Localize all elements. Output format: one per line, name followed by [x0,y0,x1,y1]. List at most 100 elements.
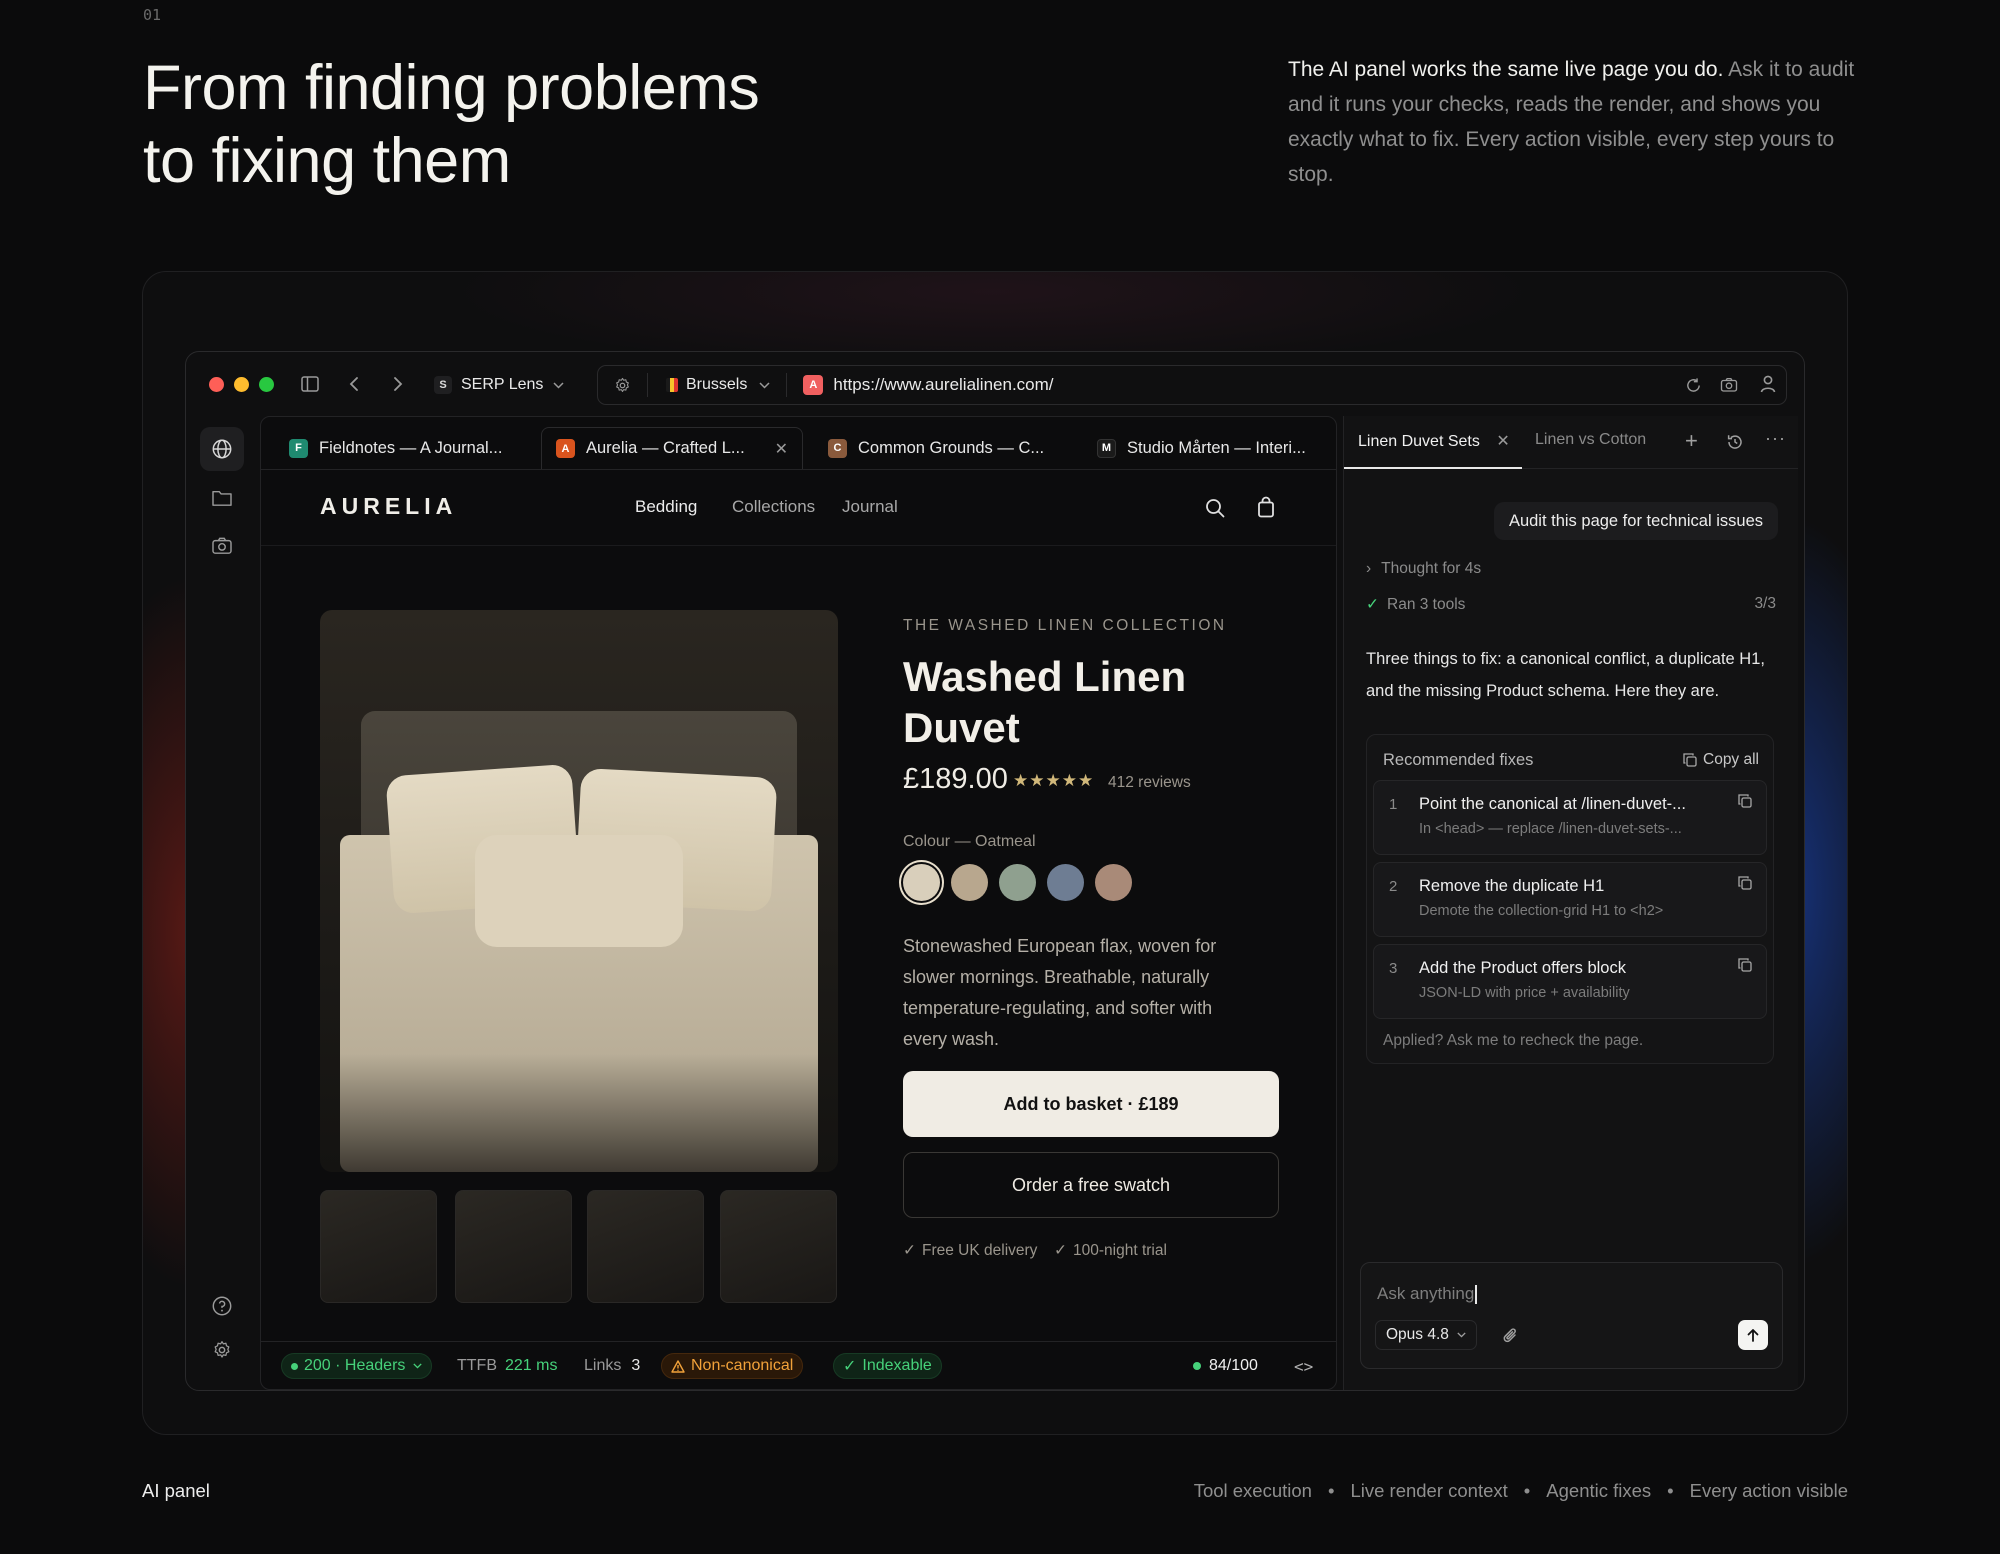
reload-icon[interactable] [1685,377,1702,394]
product-title: Washed Linen Duvet [903,653,1187,751]
review-count[interactable]: 412 reviews [1108,774,1191,792]
copy-all-button[interactable]: Copy all [1683,751,1759,769]
colour-swatch[interactable] [1095,864,1132,901]
url-text[interactable]: https://www.aurelialinen.com/ [833,375,1053,395]
ttfb-readout: TTFB 221 ms [457,1353,557,1379]
site-logo[interactable]: AURELIA [320,493,457,520]
thought-step[interactable]: › Thought for 4s [1366,560,1481,578]
tab-label: Aurelia — Crafted L... [586,439,745,457]
chevron-down-icon [759,381,770,389]
tab-favicon: F [289,438,308,458]
copy-icon[interactable] [1738,958,1752,972]
tab-studio-marten[interactable]: M Studio Mårten — Interi... [1097,427,1306,469]
tools-step[interactable]: ✓ Ran 3 tools [1366,595,1465,614]
perk-delivery: ✓ Free UK delivery [903,1241,1037,1260]
order-swatch-button[interactable]: Order a free swatch [903,1152,1279,1218]
forward-icon[interactable] [393,376,403,392]
nav-journal[interactable]: Journal [842,497,898,517]
account-icon[interactable] [1760,375,1776,393]
fix-item[interactable]: 3 Add the Product offers block JSON-LD w… [1373,944,1767,1019]
ai-tab-linen-duvet-sets[interactable]: Linen Duvet Sets ✕ [1358,431,1510,451]
camera-icon[interactable] [1720,377,1738,393]
fix-item[interactable]: 1 Point the canonical at /linen-duvet-..… [1373,780,1767,855]
perk-trial: ✓ 100-night trial [1054,1241,1167,1260]
copy-icon[interactable] [1738,876,1752,890]
ai-tab-strip: Linen Duvet Sets ✕ Linen vs Cotton + ··· [1344,416,1798,469]
model-selector[interactable]: Opus 4.8 [1375,1320,1477,1350]
tab-strip: F Fieldnotes — A Journal... A Aurelia — … [261,417,1336,470]
gear-icon[interactable] [614,377,631,394]
chat-input[interactable]: Ask anything [1377,1281,1766,1307]
help-button[interactable] [200,1284,244,1328]
thought-label: Thought for 4s [1381,560,1482,577]
ai-tab-label: Linen vs Cotton [1535,431,1647,448]
screenshot-button[interactable] [200,524,244,568]
fixes-title: Recommended fixes [1383,751,1534,769]
tab-aurelia[interactable]: A Aurelia — Crafted L... ✕ [541,427,803,469]
thumbnail-3[interactable] [587,1190,704,1303]
product-eyebrow: THE WASHED LINEN COLLECTION [903,617,1227,634]
new-chat-icon[interactable]: + [1685,428,1698,454]
thumbnail-2[interactable] [455,1190,572,1303]
footer-features: Tool execution • Live render context • A… [1194,1480,1848,1502]
back-icon[interactable] [349,376,359,392]
folder-button[interactable] [200,476,244,520]
nav-collections[interactable]: Collections [732,497,815,517]
minimize-window-button[interactable] [234,377,249,392]
arrow-up-icon [1747,1329,1759,1342]
seo-score[interactable]: 84/100 [1193,1353,1258,1379]
send-button[interactable] [1738,1320,1768,1350]
close-window-button[interactable] [209,377,224,392]
hero-title-line-2: to fixing them [143,126,511,196]
thumbnail-1[interactable] [320,1190,437,1303]
close-tab-icon[interactable]: ✕ [775,439,788,459]
tab-fieldnotes[interactable]: F Fieldnotes — A Journal... [289,427,502,469]
close-tab-icon[interactable]: ✕ [1496,433,1509,450]
nav-bedding[interactable]: Bedding [635,497,697,517]
copy-icon [1683,753,1697,767]
copy-icon[interactable] [1738,794,1752,808]
colour-swatch[interactable] [951,864,988,901]
ai-tab-active-underline [1344,467,1522,469]
status-dot [291,1362,298,1370]
product-image[interactable] [320,610,838,1172]
product-price: £189.00 [903,763,1008,795]
separator: • [1327,1480,1335,1501]
profile-selector[interactable]: S SERP Lens [434,365,564,405]
globe-icon [212,439,232,459]
location-label[interactable]: Brussels [686,376,747,394]
ai-tab-linen-vs-cotton[interactable]: Linen vs Cotton [1535,431,1646,449]
colour-swatch[interactable] [903,864,940,901]
canonical-badge[interactable]: Non-canonical [661,1353,804,1379]
search-icon[interactable] [1205,498,1225,518]
seo-status-bar: 200 · Headers TTFB 221 ms Links 3 Non-ca… [261,1341,1336,1389]
basket-icon[interactable] [1257,496,1275,518]
globe-button[interactable] [200,427,244,471]
chevron-right-icon: › [1366,560,1372,577]
zoom-window-button[interactable] [259,377,274,392]
colour-swatch[interactable] [1047,864,1084,901]
http-status-badge[interactable]: 200 · Headers [281,1353,433,1379]
thumbnail-4[interactable] [720,1190,837,1303]
indexable-badge[interactable]: ✓ Indexable [833,1353,942,1379]
fix-item[interactable]: 2 Remove the duplicate H1 Demote the col… [1373,862,1767,937]
score-value: 84/100 [1209,1357,1258,1374]
more-icon[interactable]: ··· [1765,428,1786,449]
add-to-basket-button[interactable]: Add to basket · £189 [903,1071,1279,1137]
user-message: Audit this page for technical issues [1493,502,1778,540]
sidebar-toggle-icon[interactable] [301,376,319,392]
code-view-icon[interactable]: <> [1294,1353,1313,1379]
address-bar[interactable]: Brussels A https://www.aurelialinen.com/ [597,365,1787,405]
links-readout: Links 3 [584,1353,640,1379]
colour-swatch[interactable] [999,864,1036,901]
footer-label: AI panel [142,1480,210,1501]
perk-label: Free UK delivery [922,1242,1038,1259]
tab-common-grounds[interactable]: C Common Grounds — C... [828,427,1044,469]
attach-icon[interactable] [1503,1327,1519,1345]
gear-icon [214,1341,230,1358]
fixes-footer: Applied? Ask me to recheck the page. [1383,1032,1644,1049]
camera-icon [212,537,232,554]
settings-button[interactable] [200,1328,244,1372]
history-icon[interactable] [1726,433,1744,451]
rating-stars: ★★★★★ [1013,771,1095,790]
